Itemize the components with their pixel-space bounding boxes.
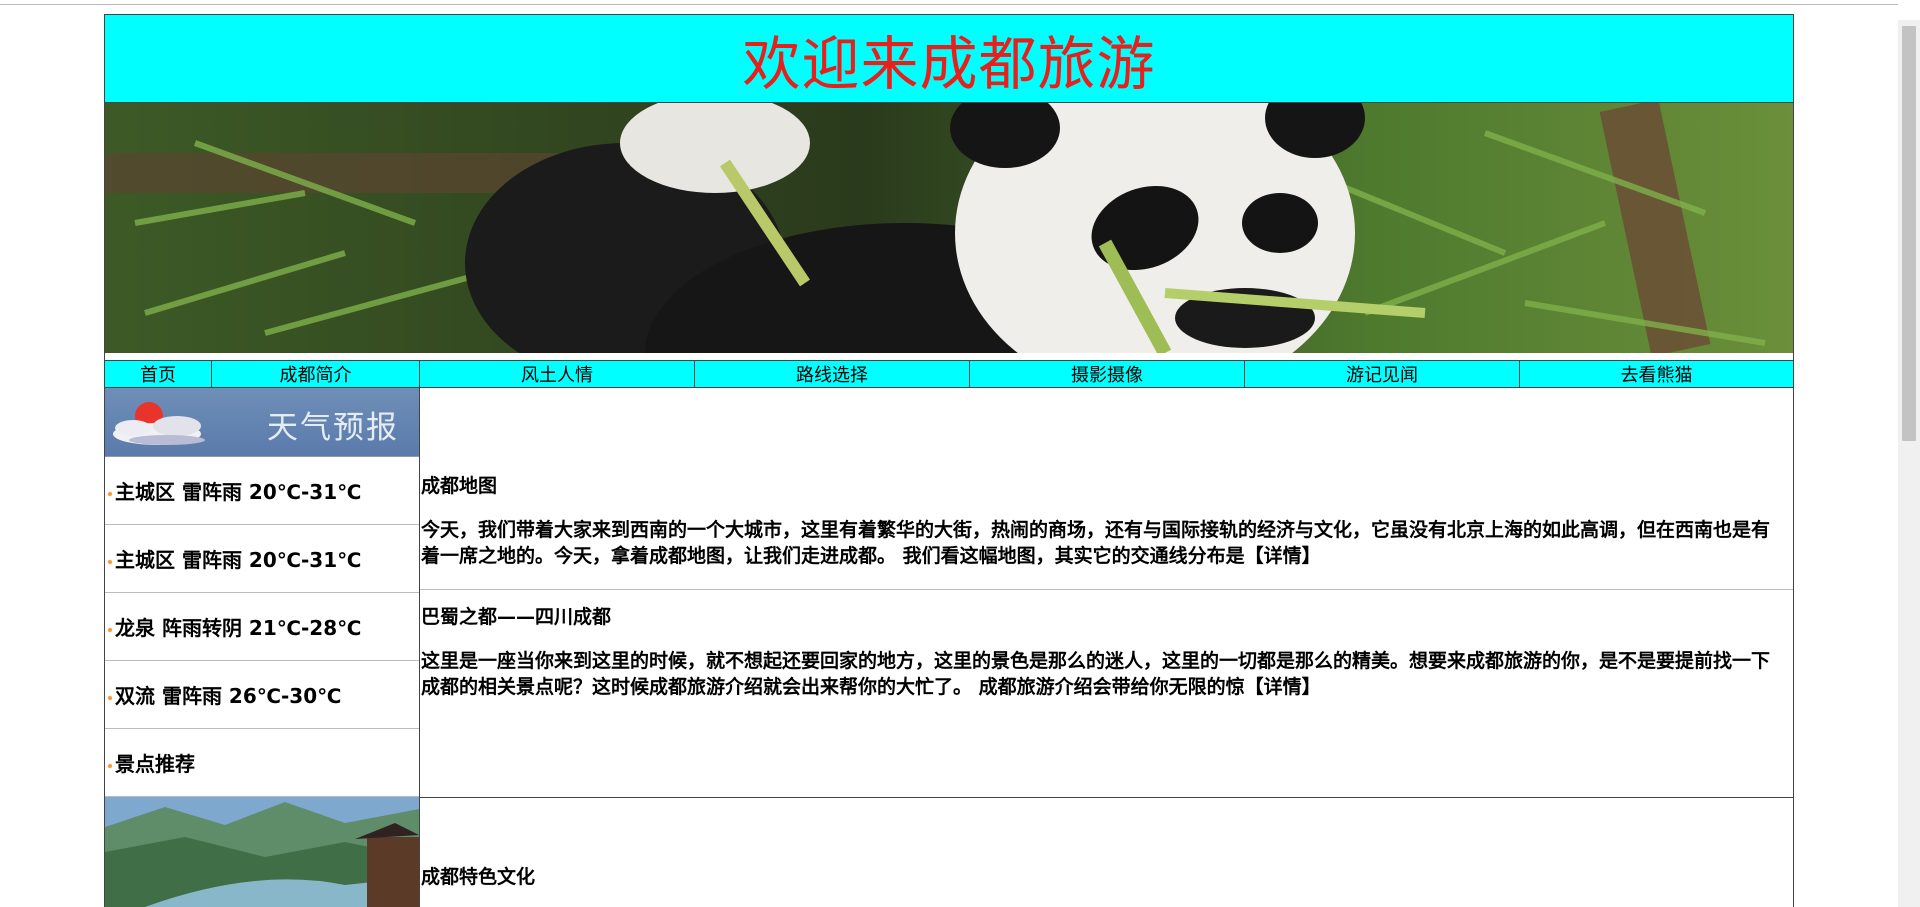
- scrollbar-thumb[interactable]: [1902, 26, 1916, 441]
- scenic-image[interactable]: [105, 797, 419, 907]
- weather-item: 龙泉 阵雨转阴 21℃-28℃: [105, 593, 419, 661]
- weather-item: 主城区 雷阵雨 20℃-31℃: [105, 525, 419, 593]
- bullet-icon: [107, 762, 113, 769]
- section-text: 今天，我们带着大家来到西南的一个大城市，这里有着繁华的大街，热闹的商场，还有与国…: [421, 517, 1783, 569]
- weather-sidebar: 天气预报 主城区 雷阵雨 20℃-31℃ 主城区 雷阵雨 20℃-31℃ 龙泉 …: [105, 388, 420, 907]
- nav-item-intro[interactable]: 成都简介: [212, 361, 420, 387]
- section-body: 这里是一座当你来到这里的时候，就不想起还要回家的地方，这里的景色是那么的迷人，这…: [421, 650, 1771, 698]
- nav-item-customs[interactable]: 风土人情: [420, 361, 695, 387]
- weather-header: 天气预报: [105, 388, 419, 457]
- section-map: 成都地图 今天，我们带着大家来到西南的一个大城市，这里有着繁华的大街，热闹的商场…: [420, 388, 1793, 590]
- bullet-icon: [107, 558, 113, 565]
- cloud-sun-icon: [113, 402, 205, 445]
- main-content: 成都地图 今天，我们带着大家来到西南的一个大城市，这里有着繁华的大街，热闹的商场…: [420, 388, 1793, 907]
- details-link[interactable]: 【详情】: [1245, 545, 1321, 567]
- scenic-recommend-item[interactable]: 景点推荐: [105, 729, 419, 797]
- section-title: 成都地图: [421, 475, 498, 497]
- section-title: 巴蜀之都——四川成都: [421, 606, 612, 628]
- nav-item-photo[interactable]: 摄影摄像: [970, 361, 1245, 387]
- main-nav: 首页 成都简介 风土人情 路线选择 摄影摄像 游记见闻 去看熊猫: [105, 360, 1793, 388]
- content-row: 天气预报 主城区 雷阵雨 20℃-31℃ 主城区 雷阵雨 20℃-31℃ 龙泉 …: [105, 388, 1793, 907]
- bullet-icon: [107, 490, 113, 497]
- weather-text: 双流 雷阵雨 26℃-30℃: [115, 684, 342, 708]
- weather-text: 主城区 雷阵雨 20℃-31℃: [115, 548, 362, 572]
- section-title: 成都特色文化: [421, 866, 536, 888]
- scenic-recommend-label: 景点推荐: [115, 752, 195, 776]
- section-capital: 巴蜀之都——四川成都 这里是一座当你来到这里的时候，就不想起还要回家的地方，这里…: [420, 590, 1793, 798]
- vertical-scrollbar[interactable]: [1898, 20, 1920, 907]
- nav-item-travelogue[interactable]: 游记见闻: [1245, 361, 1520, 387]
- bullet-icon: [107, 626, 113, 633]
- weather-text: 龙泉 阵雨转阴 21℃-28℃: [115, 616, 362, 640]
- nav-item-home[interactable]: 首页: [105, 361, 212, 387]
- nav-item-panda[interactable]: 去看熊猫: [1520, 361, 1793, 387]
- bullet-icon: [107, 694, 113, 701]
- weather-title: 天气预报: [267, 410, 399, 446]
- section-body: 今天，我们带着大家来到西南的一个大城市，这里有着繁华的大街，热闹的商场，还有与国…: [421, 519, 1771, 567]
- section-text: 这里是一座当你来到这里的时候，就不想起还要回家的地方，这里的景色是那么的迷人，这…: [421, 648, 1783, 700]
- weather-item: 主城区 雷阵雨 20℃-31℃: [105, 457, 419, 525]
- site-header: 欢迎来成都旅游: [105, 15, 1793, 103]
- site-title: 欢迎来成都旅游: [742, 29, 1156, 98]
- page-container: 欢迎来成都旅游 首页 成都简介 风土人情 路线选择 摄影摄像 游记见闻 去看熊猫…: [104, 14, 1794, 907]
- banner-gap: [105, 353, 1793, 360]
- weather-text: 主城区 雷阵雨 20℃-31℃: [115, 480, 362, 504]
- nav-item-routes[interactable]: 路线选择: [695, 361, 970, 387]
- weather-item: 双流 雷阵雨 26℃-30℃: [105, 661, 419, 729]
- panda-banner-image: [105, 103, 1793, 353]
- details-link[interactable]: 【详情】: [1245, 676, 1321, 698]
- section-culture: 成都特色文化: [420, 798, 1793, 889]
- browser-top-edge: [0, 0, 1898, 5]
